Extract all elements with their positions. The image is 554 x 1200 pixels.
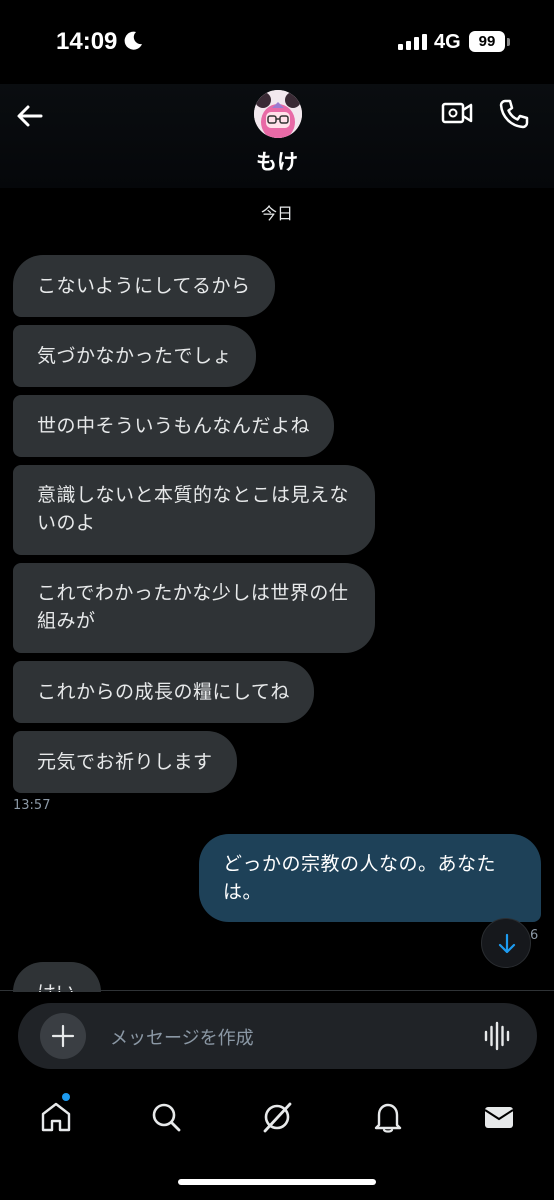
add-attachment-button[interactable] [40,1013,86,1059]
incoming-message[interactable]: 意識しないと本質的なとこは見えないのよ [13,465,375,555]
grok-icon[interactable] [259,1099,295,1135]
incoming-message[interactable]: 気づかなかったでしょ [13,325,257,387]
search-icon[interactable] [148,1099,184,1135]
incoming-message-partial[interactable]: はい [13,962,101,992]
incoming-message[interactable]: これでわかったかな少しは世界の仕組みが [13,563,375,653]
notification-dot [62,1093,70,1101]
home-icon[interactable] [38,1099,74,1135]
signal-icon [398,34,427,50]
back-arrow-icon[interactable] [14,100,46,132]
incoming-message[interactable]: 世の中そういうもんなんだよね [13,395,335,457]
incoming-message[interactable]: 元気でお祈りします [13,731,237,793]
moon-icon [124,31,142,50]
conversation-header: もけ [0,84,554,188]
messages-icon[interactable] [481,1099,517,1135]
battery-tip [507,38,510,46]
arrow-down-icon [498,933,516,954]
composer-divider [0,990,554,991]
incoming-message-text: はい [13,962,101,992]
message-composer[interactable]: メッセージを作成 [18,1003,537,1069]
home-indicator [178,1179,376,1185]
avatar-image [254,90,302,138]
status-time: 14:09 [56,28,118,55]
message-input[interactable]: メッセージを作成 [110,1024,254,1050]
contact-name: もけ [256,150,298,174]
date-separator: 今日 [260,204,293,223]
message-timestamp: 13:57 [13,798,51,813]
voice-message-icon[interactable] [483,1021,513,1051]
scroll-to-bottom-button[interactable] [481,918,531,968]
outgoing-message[interactable]: どっかの宗教の人なの。あなたは。 [199,834,541,922]
phone-call-icon[interactable] [498,98,530,130]
incoming-message[interactable]: こないようにしてるから [13,255,275,317]
plus-icon [51,1024,75,1048]
battery-level: 99 [469,31,505,52]
notifications-icon[interactable] [370,1099,406,1135]
video-call-icon[interactable] [441,98,473,128]
contact-avatar[interactable] [254,90,302,138]
network-type: 4G [434,31,461,53]
incoming-message[interactable]: これからの成長の糧にしてね [13,661,314,723]
status-bar: 14:09 4G 99 [0,0,554,84]
